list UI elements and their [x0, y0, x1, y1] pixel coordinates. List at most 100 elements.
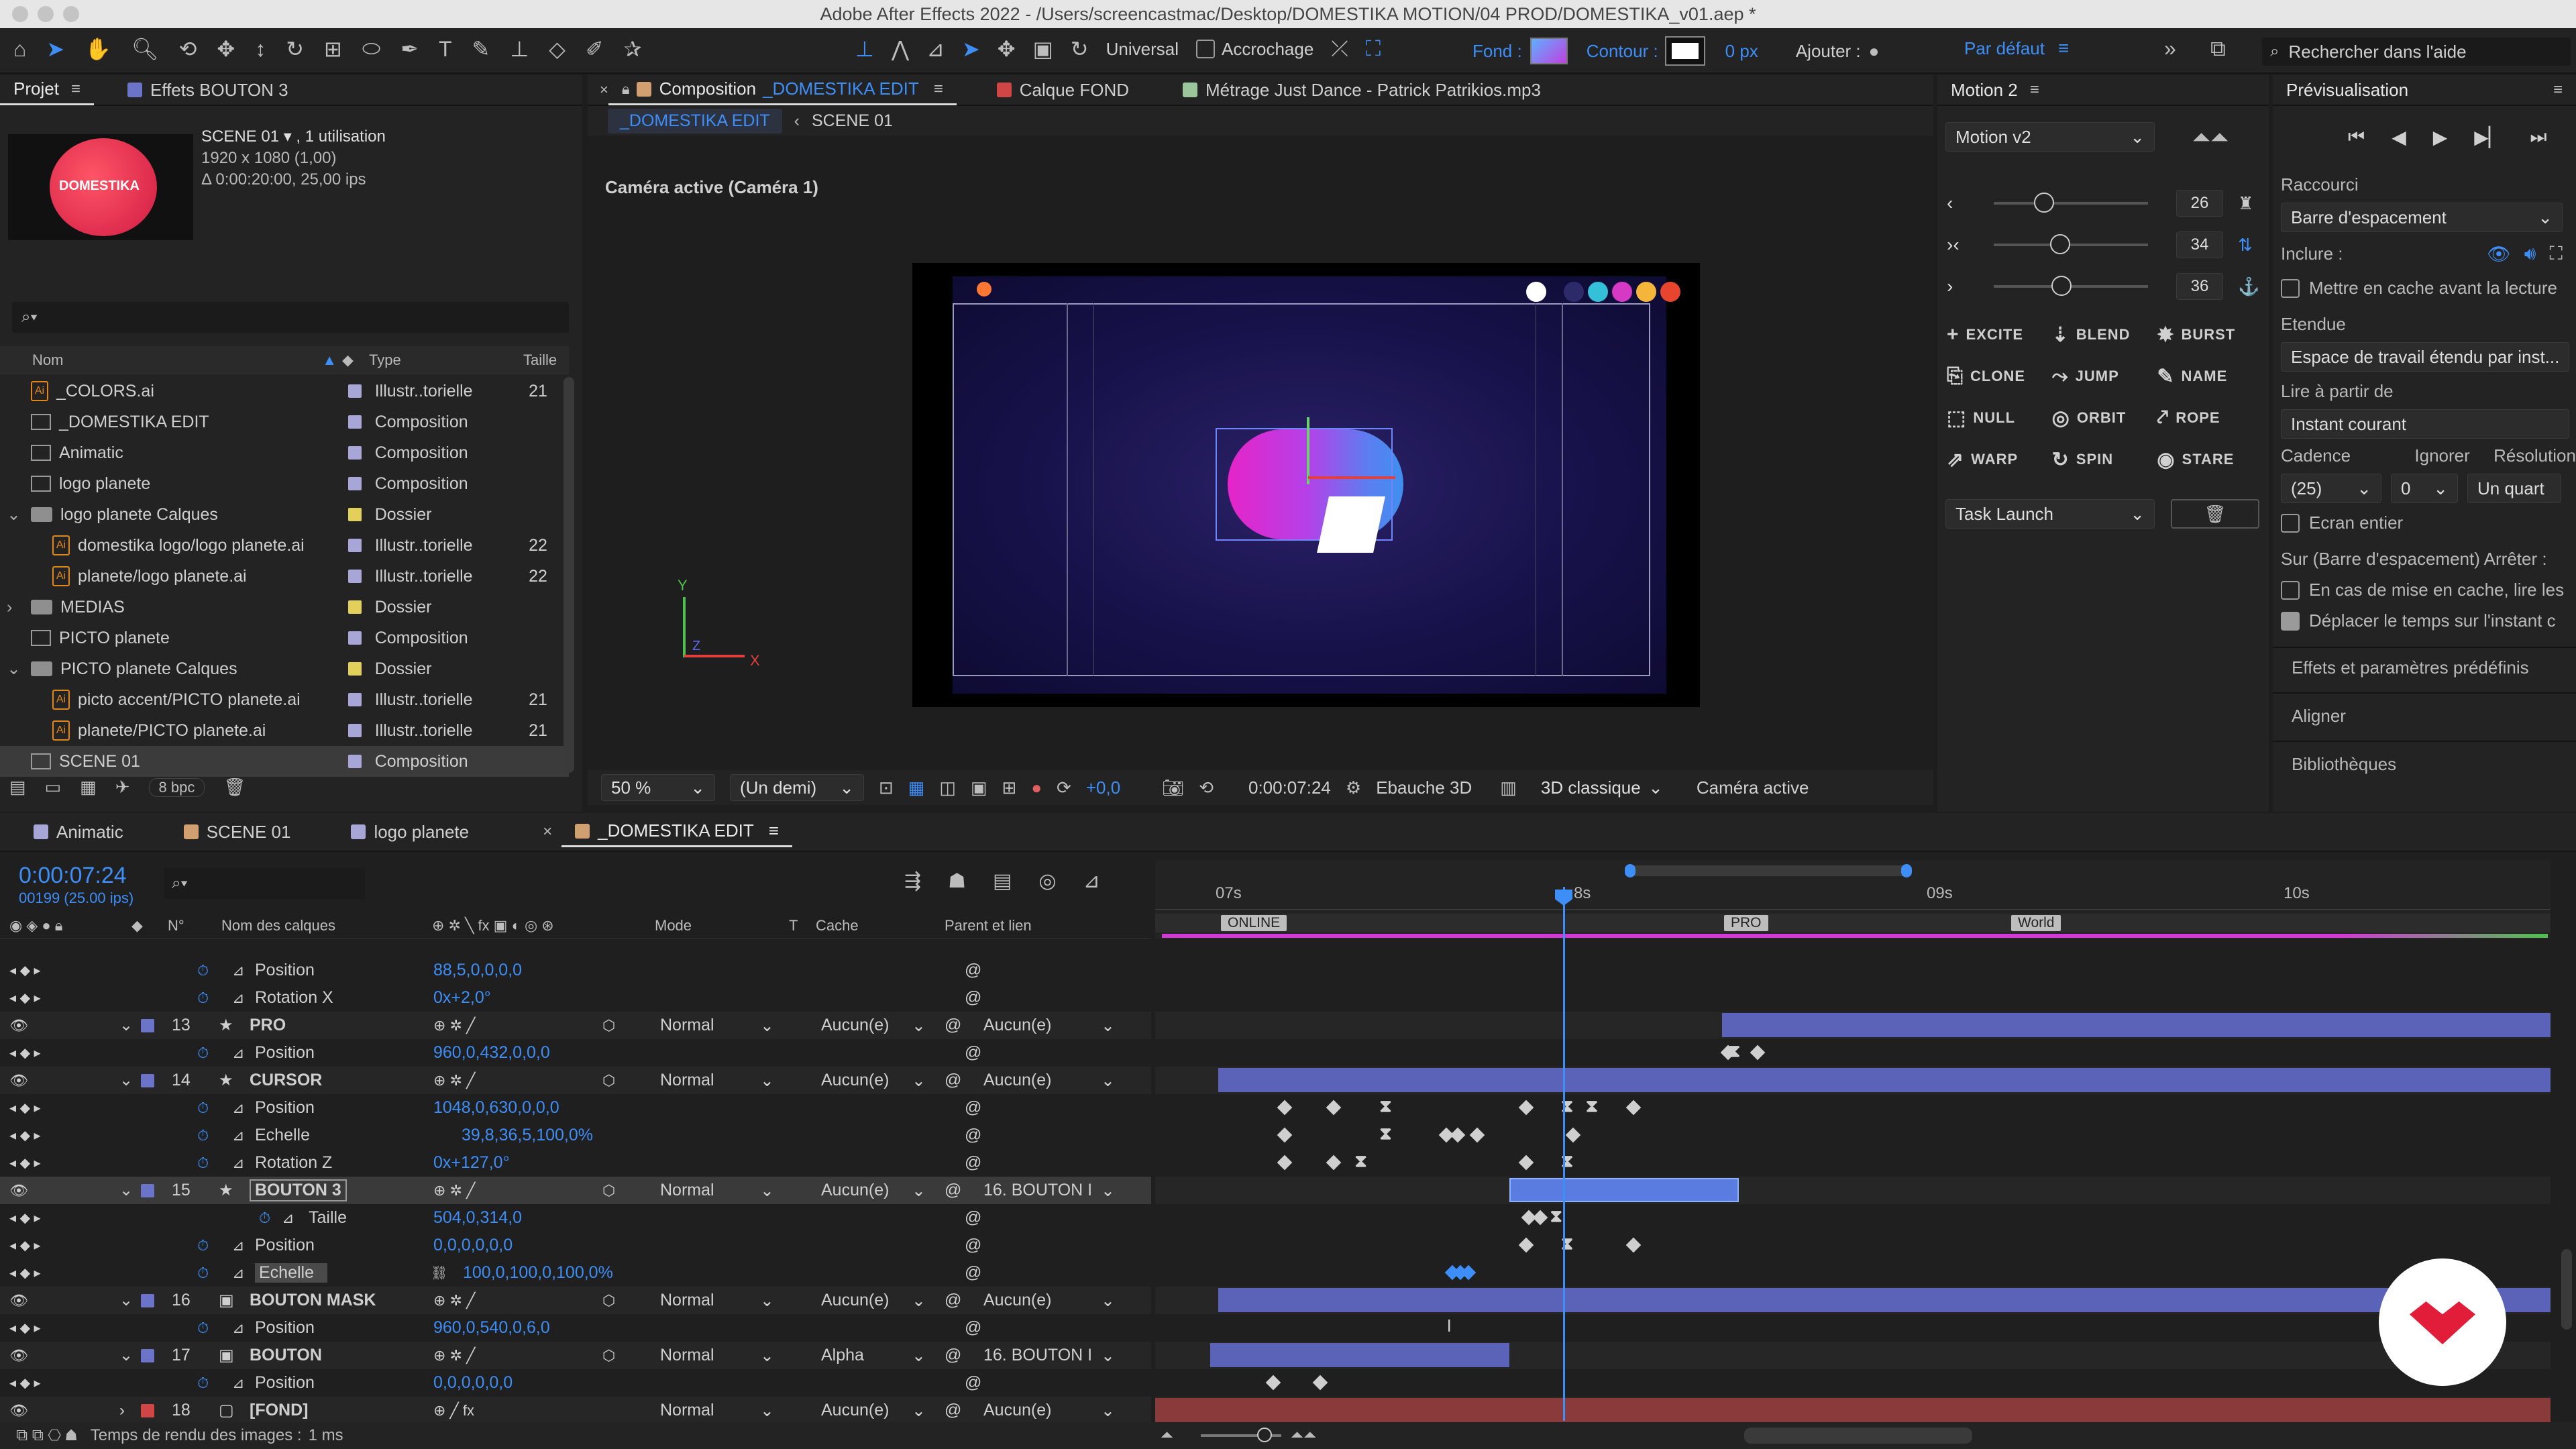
label-color-swatch[interactable]: [347, 384, 362, 398]
keyframe[interactable]: [1532, 1210, 1548, 1226]
camera-orbit-icon[interactable]: ↻: [1071, 36, 1089, 62]
tab-composition[interactable]: 🔒︎ Composition _DOMESTIKA EDIT ≡: [608, 74, 957, 105]
hold-keyframe[interactable]: ⧗: [1550, 1205, 1562, 1227]
keyframe[interactable]: [1277, 1099, 1292, 1116]
include-overlay-icon[interactable]: ⛶: [2549, 243, 2563, 265]
label-color-swatch[interactable]: [347, 446, 362, 460]
slider-handle[interactable]: [2034, 193, 2054, 213]
slider-curve-icon[interactable]: ‹: [1947, 193, 1974, 214]
help-search[interactable]: ⌕ Rechercher dans l'aide: [2262, 38, 2571, 66]
transparency-grid-icon[interactable]: ▦: [908, 777, 925, 798]
motion-jump-button[interactable]: ⤳ JUMP: [2052, 356, 2157, 397]
project-item[interactable]: Animatic Composition: [0, 437, 569, 468]
resolution-dropdown[interactable]: (Un demi) ⌄: [730, 774, 864, 801]
home-icon[interactable]: ⌂: [13, 37, 26, 62]
new-comp-icon[interactable]: ▦: [80, 777, 97, 798]
label-color-swatch[interactable]: [347, 662, 362, 676]
layer-duration-bar[interactable]: [1722, 1013, 2551, 1037]
slider-value[interactable]: 26: [2176, 190, 2223, 217]
stroke-width[interactable]: 0 px: [1725, 41, 1758, 62]
keyframe[interactable]: [1518, 1099, 1534, 1116]
project-item[interactable]: PICTO planete Composition: [0, 623, 569, 653]
keyframe[interactable]: [1518, 1155, 1534, 1171]
task-dropdown[interactable]: Task Launch ⌄: [1945, 499, 2155, 529]
skip-dropdown[interactable]: 0 ⌄: [2391, 474, 2458, 503]
active-camera-view[interactable]: Caméra active: [1697, 777, 1809, 798]
mask-visibility-icon[interactable]: ◫: [939, 777, 956, 798]
motion-burst-button[interactable]: ✸ BURST: [2157, 314, 2262, 356]
project-item[interactable]: Ai planete/logo planete.ai Illustr..toriel…: [0, 561, 569, 592]
type-tool-icon[interactable]: T: [439, 37, 452, 62]
keyframe[interactable]: [1518, 1237, 1534, 1253]
project-item[interactable]: Ai picto accent/PICTO planete.ai Illustr..…: [0, 684, 569, 715]
label-color-swatch[interactable]: [347, 539, 362, 552]
project-item[interactable]: Ai _COLORS.ai Illustr..torielle 21: [0, 376, 569, 407]
motion-clone-button[interactable]: ⎘ CLONE: [1947, 356, 2052, 397]
draft-3d-icon[interactable]: ⚙: [1346, 777, 1361, 798]
label-color-swatch[interactable]: [347, 600, 362, 614]
hold-keyframe[interactable]: ⧗: [1586, 1095, 1598, 1117]
slider-curve-icon[interactable]: ›‹: [1947, 234, 1974, 256]
playhead-line[interactable]: [1563, 887, 1565, 1421]
workspace-menu-icon[interactable]: ≡: [2058, 38, 2069, 59]
exposure-value[interactable]: +0,0: [1086, 777, 1120, 798]
rotate-tool-icon[interactable]: ↻: [286, 36, 304, 62]
comp-viewer[interactable]: [912, 263, 1700, 707]
safe-margins-icon[interactable]: ▣: [971, 777, 987, 798]
brush-tool-icon[interactable]: ✎: [472, 36, 490, 62]
motion-menu-icon[interactable]: ≡: [2030, 80, 2039, 99]
move-time-checkbox[interactable]: Déplacer le temps sur l'instant c: [2281, 610, 2576, 631]
project-item[interactable]: Ai domestika logo/logo planete.ai Illustr.…: [0, 530, 569, 561]
more-workspaces-icon[interactable]: »: [2164, 36, 2176, 61]
tab-motion[interactable]: Motion 2 ≡: [1937, 74, 2053, 105]
sync-settings-icon[interactable]: ⧉: [2210, 36, 2226, 62]
keyframe[interactable]: [1326, 1099, 1342, 1116]
play-icon[interactable]: ▶︎: [2433, 126, 2448, 148]
zoom-dropdown[interactable]: 50 % ⌄: [601, 774, 715, 801]
slider-handle[interactable]: [2051, 276, 2072, 296]
snapshot-icon[interactable]: 📷︎: [1162, 777, 1184, 798]
project-item[interactable]: _DOMESTIKA EDIT Composition: [0, 407, 569, 437]
layer-duration-bar[interactable]: [1210, 1343, 1509, 1367]
local-axis-icon[interactable]: ⊥: [855, 36, 874, 62]
view-axis-icon[interactable]: ⊿: [926, 36, 945, 62]
motion-orbit-button[interactable]: ◎ ORBIT: [2052, 397, 2157, 439]
track-row[interactable]: [1155, 1342, 2551, 1369]
track-row[interactable]: ⧗: [1155, 1232, 2551, 1259]
snap-icon[interactable]: ⤫: [1331, 36, 1348, 62]
panel-menu-icon[interactable]: ≡: [71, 80, 80, 99]
project-scrollbar[interactable]: [564, 377, 574, 773]
snapping-toggle[interactable]: Accrochage: [1195, 39, 1313, 60]
label-color-swatch[interactable]: [347, 631, 362, 645]
twirl-icon[interactable]: ⌄: [7, 659, 23, 679]
keyframe[interactable]: [1750, 1044, 1766, 1061]
eraser-tool-icon[interactable]: ◇: [549, 36, 566, 62]
y-axis-gizmo[interactable]: [1307, 417, 1309, 484]
breadcrumb-domestika-edit[interactable]: _DOMESTIKA EDIT: [608, 108, 782, 133]
keyframe[interactable]: [1326, 1155, 1342, 1171]
label-color-swatch[interactable]: [347, 508, 362, 521]
trash-icon[interactable]: 🗑︎: [223, 777, 246, 798]
draft-3d-label[interactable]: Ebauche 3D: [1376, 777, 1472, 798]
timeline-zoom-slider[interactable]: [1201, 1428, 1281, 1442]
label-color-swatch[interactable]: [347, 570, 362, 583]
layer-duration-bar[interactable]: [1218, 1288, 2551, 1312]
layer-duration-bar[interactable]: [1155, 1398, 2551, 1422]
delete-task-button[interactable]: 🗑︎: [2171, 499, 2259, 529]
include-audio-icon[interactable]: 🔊︎: [2524, 243, 2536, 265]
twirl-icon[interactable]: ›: [7, 598, 23, 617]
roto-brush-icon[interactable]: ✐: [586, 36, 604, 62]
hold-keyframe[interactable]: ⧗: [1355, 1150, 1367, 1172]
pan-behind-tool-icon[interactable]: ⊞: [324, 36, 342, 62]
keyframe[interactable]: [1277, 1127, 1292, 1143]
col-name-header[interactable]: Nom: [32, 352, 63, 369]
resolution-preview-dropdown[interactable]: Un quart: [2467, 474, 2561, 503]
motion-excite-button[interactable]: + EXCITE: [1947, 314, 2052, 356]
label-color-swatch[interactable]: [347, 477, 362, 490]
comp-panel-menu-icon[interactable]: ≡: [934, 80, 943, 99]
help-search-input[interactable]: Rechercher dans l'aide: [2288, 42, 2466, 62]
cache-before-checkbox[interactable]: Mettre en cache avant la lecture: [2281, 278, 2576, 299]
slider-value[interactable]: 34: [2176, 231, 2223, 258]
layer-duration-bar[interactable]: [1218, 1068, 2551, 1092]
x-axis-gizmo[interactable]: [1308, 476, 1395, 479]
